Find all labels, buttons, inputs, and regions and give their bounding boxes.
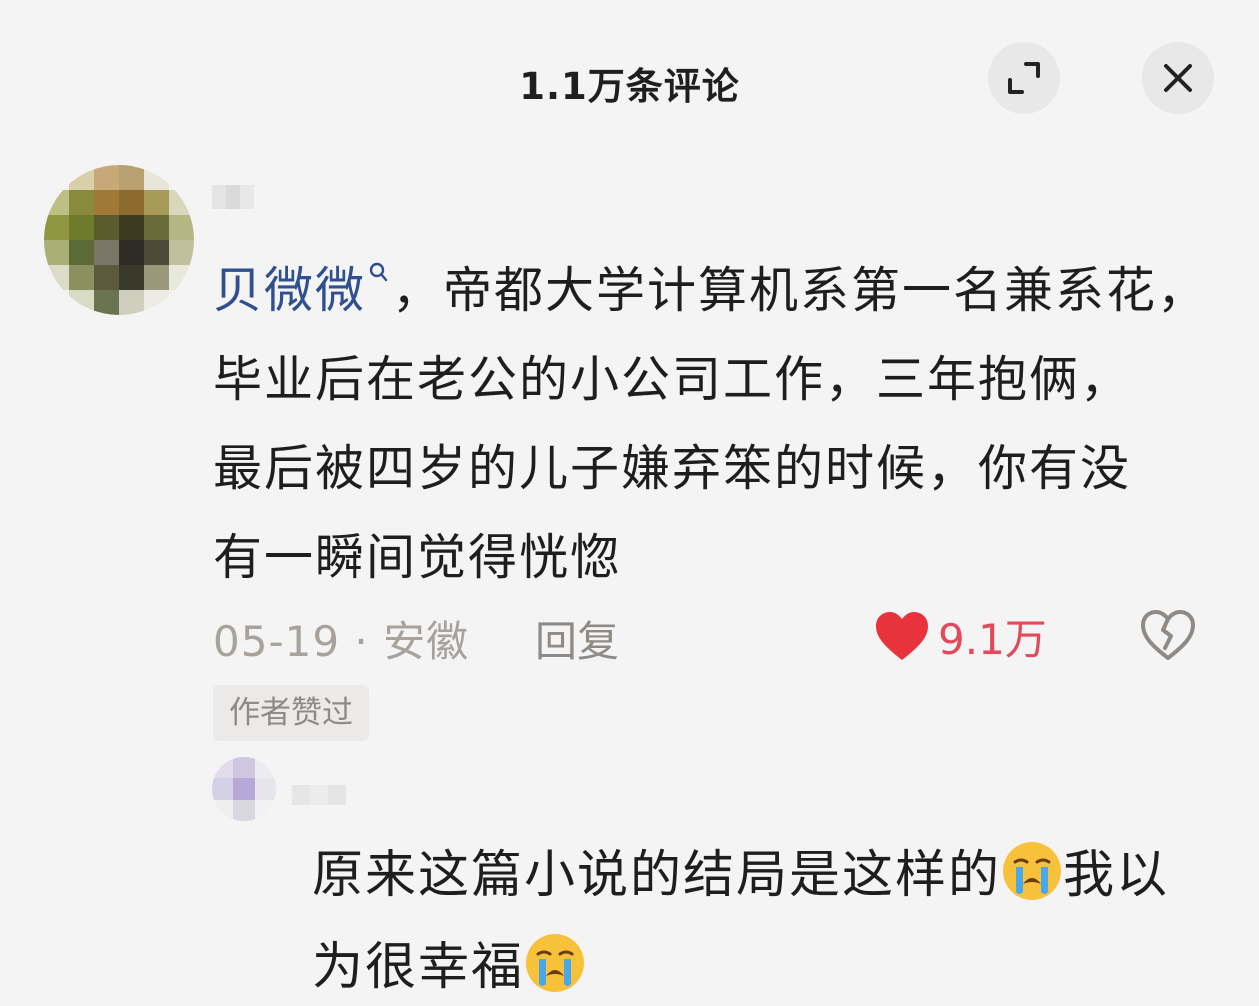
expand-icon — [1008, 62, 1040, 94]
broken-heart-icon — [1141, 610, 1195, 660]
comment-line-4: 有一瞬间觉得恍惚 — [213, 529, 622, 586]
loudly-crying-face-emoji-icon — [526, 934, 585, 992]
mention-link[interactable]: 贝微微 — [213, 262, 366, 319]
comment-line-1: ，帝都大学计算机系第一名兼系花， — [392, 262, 1209, 319]
commenter-avatar[interactable] — [44, 165, 194, 315]
comment-body: 贝微微 ，帝都大学计算机系第一名兼系花， 毕业后在老公的小公司工作，三年抱俩， … — [213, 246, 1223, 602]
reply-text-part-1: 原来这篇小说的结局是这样的 — [312, 846, 1002, 905]
comment-line-3: 最后被四岁的儿子嫌弃笨的时候，你有没 — [213, 440, 1132, 497]
reply-button[interactable]: 回复 — [535, 608, 619, 669]
like-button[interactable]: 9.1万 — [874, 606, 1047, 666]
comment-meta: 05-19 · 安徽 — [213, 608, 469, 669]
reply-text-part-2: 我以 — [1063, 846, 1170, 905]
close-button[interactable] — [1142, 42, 1214, 114]
reply-body: 原来这篇小说的结局是这样的 我以 为很幸福 — [312, 830, 1212, 1006]
loudly-crying-face-emoji-icon — [1003, 842, 1062, 900]
commenter-name-blurred — [212, 185, 254, 209]
comments-sheet: 1.1万条评论 贝微微 ，帝都大学计算机系第一名兼系花， 毕业后在老公的小公司工… — [0, 0, 1259, 1006]
comment-location: 安徽 — [383, 617, 470, 666]
close-icon — [1164, 64, 1192, 92]
author-liked-badge: 作者赞过 — [213, 685, 369, 741]
heart-icon — [876, 612, 928, 660]
comment-date: 05-19 — [213, 617, 341, 666]
comments-count-title: 1.1万条评论 — [519, 65, 740, 108]
reply-name-blurred — [292, 785, 346, 805]
expand-button[interactable] — [988, 42, 1060, 114]
meta-separator: · — [354, 617, 369, 666]
search-icon — [369, 262, 388, 282]
reply-text-part-3: 为很幸福 — [312, 938, 525, 997]
comment-line-2: 毕业后在老公的小公司工作，三年抱俩， — [213, 351, 1132, 408]
reply-avatar[interactable] — [212, 757, 276, 821]
dislike-button[interactable] — [1138, 606, 1198, 666]
like-count: 9.1万 — [938, 614, 1047, 664]
